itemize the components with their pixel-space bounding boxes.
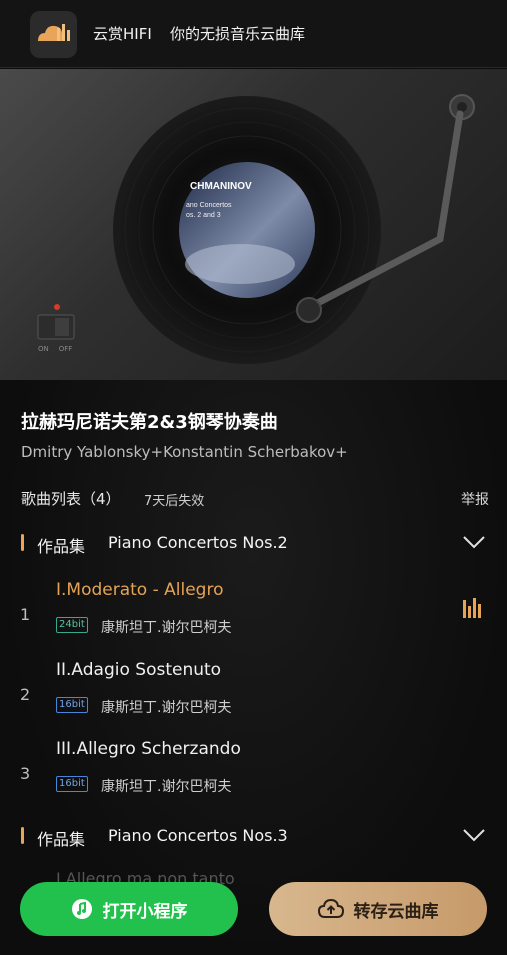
save-to-cloud-button[interactable]: 转存云曲库 [269, 882, 487, 936]
open-miniprogram-label: 打开小程序 [102, 901, 188, 922]
cover-text-2: ano Concertos [186, 202, 232, 209]
power-switch[interactable]: ON OFF [38, 345, 72, 353]
album-title: 拉赫玛尼诺夫第2&3钢琴协奏曲 [21, 412, 278, 433]
app-header: 云赏HIFI 你的无损音乐云曲库 [0, 0, 507, 68]
music-note-icon [71, 899, 92, 919]
track-artist: 康斯坦丁.谢尔巴柯夫 [101, 700, 232, 716]
track-row[interactable]: 3 III.Allegro Scherzando 16bit 康斯坦丁.谢尔巴柯… [0, 739, 507, 815]
bit-depth-badge: 24bit [56, 617, 88, 633]
track-number: 3 [20, 764, 31, 783]
app-slogan: 你的无损音乐云曲库 [170, 25, 306, 43]
app-logo-icon[interactable] [30, 11, 77, 58]
save-to-cloud-label: 转存云曲库 [353, 901, 439, 922]
section-header[interactable]: 作品集 Piano Concertos Nos.2 [0, 528, 507, 558]
track-row[interactable]: 2 II.Adagio Sostenuto 16bit 康斯坦丁.谢尔巴柯夫 [0, 660, 507, 736]
track-row[interactable]: 1 I.Moderato - Allegro 24bit 康斯坦丁.谢尔巴柯夫 [0, 580, 507, 656]
track-artist: 康斯坦丁.谢尔巴柯夫 [101, 620, 232, 636]
bit-depth-badge: 16bit [56, 776, 88, 792]
track-artist: 康斯坦丁.谢尔巴柯夫 [101, 779, 232, 795]
track-title: I.Moderato - Allegro [56, 580, 224, 600]
cover-text-1: CHMANINOV [190, 181, 252, 192]
switch-off-label: OFF [58, 345, 73, 353]
song-list-header: 歌曲列表（4） [21, 490, 121, 508]
track-number: 2 [20, 685, 31, 704]
cloud-upload-icon [317, 898, 344, 918]
track-number: 1 [20, 605, 31, 624]
chevron-down-icon[interactable] [462, 823, 486, 847]
open-miniprogram-button[interactable]: 打开小程序 [20, 882, 238, 936]
cover-text-3: os. 2 and 3 [186, 212, 221, 219]
section-label: 作品集 [37, 537, 86, 556]
section-label: 作品集 [37, 830, 86, 849]
section-header[interactable]: 作品集 Piano Concertos Nos.3 [0, 821, 507, 851]
album-detail: 拉赫玛尼诺夫第2&3钢琴协奏曲 Dmitry Yablonsky+Konstan… [0, 380, 507, 955]
app-name: 云赏HIFI [93, 25, 152, 43]
vinyl-record: CHMANINOV ano Concertos os. 2 and 3 [37, 94, 475, 364]
section-name: Piano Concertos Nos.2 [108, 533, 288, 552]
switch-on-label: ON [38, 345, 49, 353]
expire-notice: 7天后失效 [144, 494, 205, 509]
section-accent-bar [21, 534, 24, 551]
chevron-down-icon[interactable] [462, 530, 486, 554]
report-button[interactable]: 举报 [461, 489, 489, 509]
bit-depth-badge: 16bit [56, 697, 88, 713]
turntable-player: CHMANINOV ano Concertos os. 2 and 3 ON O… [0, 69, 507, 380]
section-accent-bar [21, 827, 24, 844]
track-title: II.Adagio Sostenuto [56, 660, 222, 680]
track-title: III.Allegro Scherzando [56, 739, 241, 759]
album-artists: Dmitry Yablonsky+Konstantin Scherbakov+ [21, 443, 348, 461]
section-name: Piano Concertos Nos.3 [108, 826, 288, 845]
equalizer-icon [463, 598, 481, 618]
